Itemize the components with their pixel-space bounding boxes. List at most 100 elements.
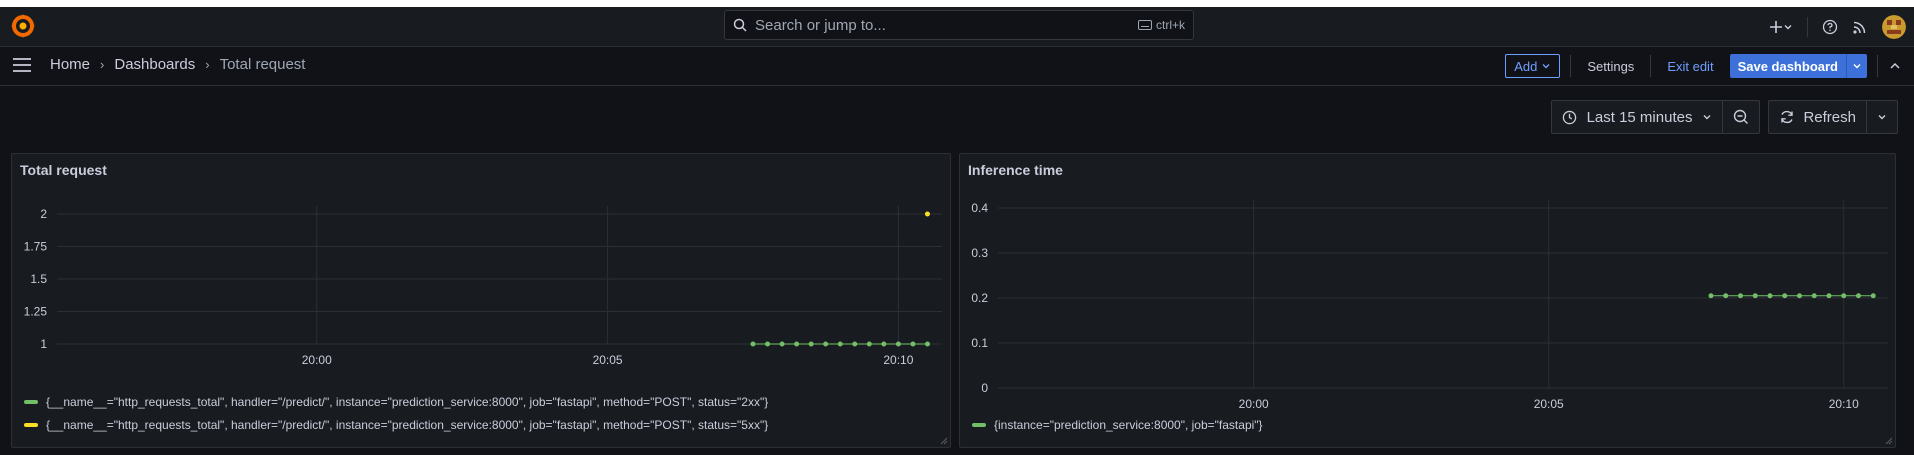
resize-handle-icon[interactable] <box>1883 435 1893 445</box>
breadcrumb-home[interactable]: Home <box>50 56 90 73</box>
data-point[interactable] <box>866 341 872 347</box>
breadcrumb-current: Total request <box>219 56 306 73</box>
data-point[interactable] <box>1811 293 1817 299</box>
data-point[interactable] <box>1855 293 1861 299</box>
refresh-picker: Refresh <box>1768 100 1898 134</box>
settings-button[interactable]: Settings <box>1581 59 1640 74</box>
data-point[interactable] <box>895 341 901 347</box>
data-point[interactable] <box>910 341 916 347</box>
y-tick-label: 0.1 <box>971 336 988 350</box>
legend-swatch <box>972 423 986 427</box>
breadcrumb: Home › Dashboards › Total request <box>50 56 305 73</box>
help-icon <box>1822 19 1838 35</box>
legend-label: {__name__="http_requests_total", handler… <box>46 395 769 409</box>
data-point[interactable] <box>924 211 930 217</box>
data-point[interactable] <box>1737 293 1743 299</box>
legend-item[interactable]: {__name__="http_requests_total", handler… <box>24 395 768 409</box>
y-tick-label: 0.4 <box>971 201 988 215</box>
news-button[interactable] <box>1852 19 1868 35</box>
x-tick-label: 20:05 <box>1534 397 1564 411</box>
chevron-down-icon <box>1542 64 1550 69</box>
y-tick-label: 0 <box>981 381 988 395</box>
help-button[interactable] <box>1822 19 1838 35</box>
data-point[interactable] <box>794 341 800 347</box>
resize-handle-icon[interactable] <box>938 435 948 445</box>
exit-edit-button[interactable]: Exit edit <box>1661 59 1719 74</box>
data-point[interactable] <box>779 341 785 347</box>
save-options-button[interactable] <box>1846 54 1867 78</box>
legend-item[interactable]: {__name__="http_requests_total", handler… <box>24 418 768 432</box>
chevron-down-icon <box>1878 115 1886 120</box>
time-controls: Last 15 minutes Refresh <box>1550 100 1898 134</box>
time-range-button[interactable]: Last 15 minutes <box>1552 101 1723 133</box>
refresh-button[interactable]: Refresh <box>1769 101 1866 133</box>
refresh-interval-button[interactable] <box>1866 101 1897 133</box>
panel-total-request[interactable]: Total request 1 1.25 1.5 1.75 2 20:00 20:05 20:… <box>11 153 951 448</box>
data-point[interactable] <box>837 341 843 347</box>
new-menu-button[interactable] <box>1769 20 1793 34</box>
data-point[interactable] <box>1826 293 1832 299</box>
keyboard-icon <box>1137 20 1152 30</box>
data-point[interactable] <box>1723 293 1729 299</box>
data-point[interactable] <box>1841 293 1847 299</box>
save-dashboard-label: Save dashboard <box>1737 58 1838 74</box>
time-range-label: Last 15 minutes <box>1586 108 1693 126</box>
legend-swatch <box>24 423 38 427</box>
window-top-strip <box>0 0 1914 7</box>
data-point[interactable] <box>765 341 771 347</box>
data-point[interactable] <box>808 341 814 347</box>
time-picker: Last 15 minutes <box>1550 100 1761 134</box>
top-bar-actions <box>1769 11 1906 43</box>
zoom-out-button[interactable] <box>1722 101 1759 133</box>
data-point[interactable] <box>750 341 756 347</box>
data-point[interactable] <box>1708 293 1714 299</box>
data-point[interactable] <box>881 341 887 347</box>
chevron-down-icon <box>1853 64 1861 69</box>
x-tick-label: 20:00 <box>1239 397 1269 411</box>
data-point[interactable] <box>1782 293 1788 299</box>
chevron-up-icon[interactable] <box>1888 59 1902 73</box>
data-point[interactable] <box>924 341 930 347</box>
data-point[interactable] <box>823 341 829 347</box>
dashboard-nav-bar: Home › Dashboards › Total request Add Se… <box>0 47 1914 86</box>
chevron-down-icon <box>1784 25 1792 30</box>
avatar[interactable] <box>1882 15 1906 39</box>
legend-label: {instance="prediction_service:8000", job… <box>994 418 1263 432</box>
breadcrumb-separator: › <box>205 57 210 72</box>
search-shortcut-label: ctrl+k <box>1155 18 1185 32</box>
plus-icon <box>1770 21 1782 33</box>
breadcrumb-dashboards[interactable]: Dashboards <box>114 56 195 73</box>
chevron-down-icon <box>1703 115 1711 120</box>
x-tick-label: 20:10 <box>1829 397 1859 411</box>
data-point[interactable] <box>1767 293 1773 299</box>
x-tick-label: 20:00 <box>302 353 332 367</box>
x-tick-label: 20:05 <box>593 353 623 367</box>
y-tick-label: 1 <box>40 337 47 351</box>
search-icon <box>733 18 747 32</box>
search-placeholder: Search or jump to... <box>755 16 886 34</box>
panel-inference-time[interactable]: Inference time 0 0.1 0.2 0.3 0.4 20:00 20:05 20… <box>959 153 1896 448</box>
divider <box>1877 55 1878 77</box>
refresh-label: Refresh <box>1803 108 1856 126</box>
legend-item[interactable]: {instance="prediction_service:8000", job… <box>972 418 1263 432</box>
add-button[interactable]: Add <box>1505 54 1561 78</box>
time-series-chart: 0 0.1 0.2 0.3 0.4 20:00 20:05 20:10 <box>971 200 1888 411</box>
grafana-logo[interactable] <box>10 13 36 39</box>
y-tick-label: 2 <box>40 207 47 221</box>
search-bar[interactable]: Search or jump to... ctrl+k <box>724 10 1194 40</box>
data-point[interactable] <box>1752 293 1758 299</box>
dashboard-actions: Add Settings Exit edit Save dashboard <box>1505 52 1902 80</box>
data-point[interactable] <box>1870 293 1876 299</box>
save-dashboard-button[interactable]: Save dashboard <box>1729 54 1867 78</box>
y-tick-label: 0.2 <box>971 291 988 305</box>
divider <box>1650 55 1652 77</box>
data-point[interactable] <box>1796 293 1802 299</box>
y-tick-label: 1.5 <box>30 272 47 286</box>
data-point[interactable] <box>852 341 858 347</box>
y-tick-label: 1.25 <box>24 305 48 319</box>
x-tick-label: 20:10 <box>883 353 913 367</box>
divider <box>1807 17 1808 37</box>
top-bar: Search or jump to... ctrl+k <box>0 7 1914 47</box>
menu-icon[interactable] <box>12 57 32 73</box>
legend-swatch <box>24 400 38 404</box>
